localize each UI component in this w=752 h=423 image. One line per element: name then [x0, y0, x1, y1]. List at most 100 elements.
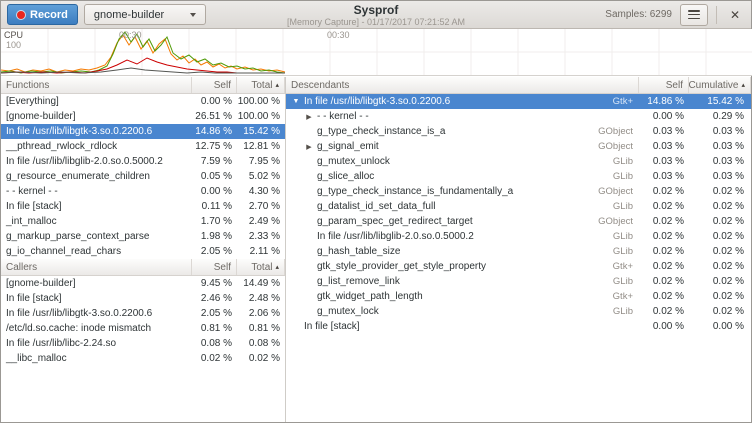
descendant-row[interactable]: ▶- - kernel - -0.00 %0.29 % — [286, 109, 751, 124]
category-label: GObject — [583, 186, 639, 197]
close-button[interactable]: ✕ — [725, 4, 745, 26]
cpu-series-cpu0 — [1, 35, 285, 72]
callers-column-header[interactable]: Callers — [1, 259, 192, 275]
time-tick-label: 00:30 — [327, 31, 350, 40]
descendant-row[interactable]: g_type_check_instance_is_aGObject0.03 %0… — [286, 124, 751, 139]
self-percent: 0.02 % — [639, 306, 689, 317]
self-percent: 0.02 % — [639, 201, 689, 212]
self-percent: 2.05 % — [192, 308, 237, 319]
total-percent: 2.06 % — [237, 308, 285, 319]
function-row[interactable]: In file [stack]0.11 %2.70 % — [1, 199, 285, 214]
process-selector-dropdown[interactable]: gnome-builder — [84, 4, 206, 25]
cumulative-percent: 0.03 % — [689, 156, 751, 167]
symbol-name: g_type_check_instance_is_a — [315, 126, 583, 137]
descendant-row[interactable]: g_param_spec_get_redirect_targetGObject0… — [286, 214, 751, 229]
total-percent: 5.02 % — [237, 171, 285, 182]
function-row[interactable]: [Everything]0.00 %100.00 % — [1, 94, 285, 109]
function-row[interactable]: g_resource_enumerate_children0.05 %5.02 … — [1, 169, 285, 184]
record-button[interactable]: Record — [7, 4, 78, 25]
callers-self-column-header[interactable]: Self — [192, 259, 237, 275]
right-pane: Descendants Self Cumulative ▴ ▼In file /… — [286, 77, 751, 422]
descendants-rows: ▼In file /usr/lib/libgtk-3.so.0.2200.6Gt… — [286, 94, 751, 334]
category-label: GLib — [583, 306, 639, 317]
caller-row[interactable]: In file /usr/lib/libc-2.24.so0.08 %0.08 … — [1, 336, 285, 351]
function-row[interactable]: _int_malloc1.70 %2.49 % — [1, 214, 285, 229]
function-row[interactable]: In file /usr/lib/libglib-2.0.so.0.5000.2… — [1, 154, 285, 169]
symbol-name: In file /usr/lib/libgtk-3.so.0.2200.6 — [302, 96, 583, 107]
record-icon — [17, 11, 25, 19]
self-percent: 0.00 % — [639, 111, 689, 122]
self-percent: 0.02 % — [639, 261, 689, 272]
self-percent: 0.03 % — [639, 156, 689, 167]
symbol-name: In file /usr/lib/libglib-2.0.so.0.5000.2 — [315, 231, 583, 242]
category-label: GLib — [583, 246, 639, 257]
descendant-row[interactable]: g_type_check_instance_is_fundamentally_a… — [286, 184, 751, 199]
self-percent: 0.02 % — [639, 291, 689, 302]
self-percent: 0.00 % — [192, 96, 237, 107]
cumulative-percent: 0.03 % — [689, 126, 751, 137]
callers-total-column-header[interactable]: Total ▴ — [237, 259, 285, 275]
caller-row[interactable]: [gnome-builder]9.45 %14.49 % — [1, 276, 285, 291]
descendant-row[interactable]: ▼In file /usr/lib/libgtk-3.so.0.2200.6Gt… — [286, 94, 751, 109]
functions-column-header[interactable]: Functions — [1, 77, 192, 93]
total-percent: 100.00 % — [237, 111, 285, 122]
cumulative-percent: 0.29 % — [689, 111, 751, 122]
functions-total-column-header[interactable]: Total ▴ — [237, 77, 285, 93]
caller-row[interactable]: /etc/ld.so.cache: inode mismatch0.81 %0.… — [1, 321, 285, 336]
descendants-column-header[interactable]: Descendants — [286, 77, 639, 93]
self-percent: 1.98 % — [192, 231, 237, 242]
descendant-row[interactable]: In file /usr/lib/libglib-2.0.so.0.5000.2… — [286, 229, 751, 244]
caller-row[interactable]: In file /usr/lib/libgtk-3.so.0.2200.62.0… — [1, 306, 285, 321]
expander-closed-icon[interactable]: ▶ — [303, 143, 315, 151]
functions-self-column-header[interactable]: Self — [192, 77, 237, 93]
descendant-row[interactable]: ▶g_signal_emitGObject0.03 %0.03 % — [286, 139, 751, 154]
descendant-row[interactable]: g_list_remove_linkGLib0.02 %0.02 % — [286, 274, 751, 289]
function-row[interactable]: __pthread_rwlock_rdlock12.75 %12.81 % — [1, 139, 285, 154]
expander-open-icon[interactable]: ▼ — [290, 98, 302, 105]
descendant-row[interactable]: gtk_widget_path_lengthGtk+0.02 %0.02 % — [286, 289, 751, 304]
callers-header-label: Callers — [6, 262, 37, 273]
expander-closed-icon[interactable]: ▶ — [303, 113, 315, 121]
self-percent: 0.11 % — [192, 201, 237, 212]
cpu-graph[interactable]: CPU 100 00:30 00:30 — [1, 29, 752, 76]
symbol-name: In file /usr/lib/libglib-2.0.so.0.5000.2 — [1, 156, 192, 167]
window-title-block: Sysprof [Memory Capture] - 01/17/2017 07… — [287, 4, 465, 27]
self-percent: 2.05 % — [192, 246, 237, 257]
self-percent: 0.02 % — [639, 276, 689, 287]
descendants-self-column-header[interactable]: Self — [639, 77, 689, 93]
total-percent: 100.00 % — [237, 96, 285, 107]
cumulative-percent: 15.42 % — [689, 96, 751, 107]
function-row[interactable]: g_markup_parse_context_parse1.98 %2.33 % — [1, 229, 285, 244]
sysprof-window: Record gnome-builder Sysprof [Memory Cap… — [0, 0, 752, 423]
symbol-name: __libc_malloc — [1, 353, 192, 364]
descendant-row[interactable]: In file [stack]0.00 %0.00 % — [286, 319, 751, 334]
symbol-name: - - kernel - - — [1, 186, 192, 197]
descendants-cumulative-column-header[interactable]: Cumulative ▴ — [689, 77, 751, 93]
descendant-row[interactable]: g_mutex_unlockGLib0.03 %0.03 % — [286, 154, 751, 169]
descendant-row[interactable]: gtk_style_provider_get_style_propertyGtk… — [286, 259, 751, 274]
caller-row[interactable]: In file [stack]2.46 %2.48 % — [1, 291, 285, 306]
cumulative-percent: 0.00 % — [689, 321, 751, 332]
function-row[interactable]: g_io_channel_read_chars2.05 %2.11 % — [1, 244, 285, 259]
total-percent: 0.81 % — [237, 323, 285, 334]
symbol-name: g_datalist_id_set_data_full — [315, 201, 583, 212]
functions-table-header: Functions Self Total ▴ — [1, 77, 285, 94]
function-row[interactable]: [gnome-builder]26.51 %100.00 % — [1, 109, 285, 124]
self-header-label: Self — [214, 262, 231, 273]
descendant-row[interactable]: g_datalist_id_set_data_fullGLib0.02 %0.0… — [286, 199, 751, 214]
descendant-row[interactable]: g_mutex_lockGLib0.02 %0.02 % — [286, 304, 751, 319]
cumulative-percent: 0.03 % — [689, 141, 751, 152]
symbol-name: g_type_check_instance_is_fundamentally_a — [315, 186, 583, 197]
caller-row[interactable]: __libc_malloc0.02 %0.02 % — [1, 351, 285, 366]
symbol-name: g_markup_parse_context_parse — [1, 231, 192, 242]
function-row[interactable]: - - kernel - -0.00 %4.30 % — [1, 184, 285, 199]
descendants-header-label: Descendants — [291, 80, 349, 91]
category-label: GLib — [583, 201, 639, 212]
left-pane: Functions Self Total ▴ [Everything]0.00 … — [1, 77, 286, 422]
cumulative-percent: 0.02 % — [689, 246, 751, 257]
descendant-row[interactable]: g_hash_table_sizeGLib0.02 %0.02 % — [286, 244, 751, 259]
menu-button[interactable] — [680, 4, 708, 26]
function-row[interactable]: In file /usr/lib/libgtk-3.so.0.2200.614.… — [1, 124, 285, 139]
descendant-row[interactable]: g_slice_allocGLib0.03 %0.03 % — [286, 169, 751, 184]
cpu-axis-label: CPU — [4, 31, 23, 40]
